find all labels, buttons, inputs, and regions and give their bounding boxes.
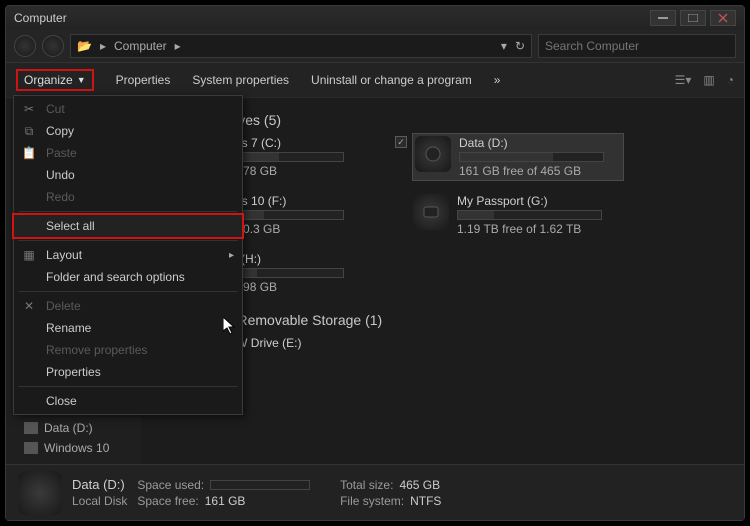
drive-icon — [415, 136, 451, 172]
menu-remove-properties[interactable]: Remove properties — [14, 339, 242, 361]
menu-close[interactable]: Close — [14, 390, 242, 412]
view-slider-icon[interactable]: ☰▾ — [675, 73, 692, 87]
status-total-label: Total size: — [340, 478, 393, 492]
status-used-label: Space used: — [137, 478, 204, 492]
menu-rename[interactable]: Rename — [14, 317, 242, 339]
status-free-value: 161 GB — [205, 494, 246, 508]
drive-free: 161 GB free of 465 GB — [459, 164, 621, 178]
preview-pane-icon[interactable]: ▥ — [703, 73, 714, 87]
breadcrumb-chevron: ▸ — [175, 39, 181, 53]
drive-icon — [413, 194, 449, 230]
menu-select-all[interactable]: Select all — [14, 215, 242, 237]
drive-name: Data (D:) — [459, 136, 621, 150]
drive-icon — [24, 422, 38, 434]
status-bar: Data (D:) Local Disk Space used: Space f… — [6, 464, 744, 520]
forward-button[interactable] — [42, 35, 64, 57]
drive-checkbox[interactable]: ✓ — [395, 136, 407, 148]
maximize-button[interactable] — [680, 10, 706, 26]
titlebar: Computer — [6, 6, 744, 30]
breadcrumb-item[interactable]: Computer — [114, 39, 167, 53]
address-bar: 📂 ▸ Computer ▸ ▾ ↻ — [6, 30, 744, 62]
breadcrumb[interactable]: 📂 ▸ Computer ▸ ▾ ↻ — [70, 34, 532, 58]
window-title: Computer — [14, 11, 646, 25]
capacity-bar — [459, 152, 604, 162]
organize-menu: ✂Cut ⧉Copy 📋Paste Undo Redo Select all ▦… — [13, 95, 243, 415]
menu-undo[interactable]: Undo — [14, 164, 242, 186]
capacity-bar — [457, 210, 602, 220]
sidebar-item-drive[interactable]: Windows 10 — [6, 438, 141, 458]
layout-icon: ▦ — [22, 248, 36, 262]
menu-separator — [18, 386, 238, 387]
menu-copy[interactable]: ⧉Copy — [14, 120, 242, 142]
status-total-value: 465 GB — [399, 478, 440, 492]
delete-icon: ✕ — [22, 299, 36, 313]
menu-cut[interactable]: ✂Cut — [14, 98, 242, 120]
chevron-down-icon: ▼ — [77, 75, 86, 85]
status-drive-icon — [18, 471, 62, 515]
more-button[interactable]: » — [494, 73, 501, 87]
status-drive-type: Local Disk — [72, 494, 127, 508]
minimize-button[interactable] — [650, 10, 676, 26]
status-used-bar — [210, 480, 310, 490]
system-properties-button[interactable]: System properties — [192, 73, 289, 87]
menu-separator — [18, 240, 238, 241]
sidebar-item-drive[interactable]: Data (D:) — [6, 418, 141, 438]
drive-free: 1.19 TB free of 1.62 TB — [457, 222, 623, 236]
status-free-label: Space free: — [137, 494, 198, 508]
menu-delete[interactable]: ✕Delete — [14, 295, 242, 317]
status-fs-label: File system: — [340, 494, 404, 508]
refresh-icon[interactable]: ↻ — [515, 39, 525, 53]
status-fs-value: NTFS — [410, 494, 441, 508]
drive-name: My Passport (G:) — [457, 194, 623, 208]
toolbar: Organize▼ Properties System properties U… — [6, 62, 744, 98]
search-input[interactable] — [538, 34, 736, 58]
menu-layout[interactable]: ▦Layout — [14, 244, 242, 266]
cut-icon: ✂ — [22, 102, 36, 116]
uninstall-button[interactable]: Uninstall or change a program — [311, 73, 472, 87]
drive-item[interactable]: ✓ Data (D:) 161 GB free of 465 GB — [413, 134, 623, 180]
status-drive-name: Data (D:) — [72, 477, 127, 492]
properties-button[interactable]: Properties — [116, 73, 171, 87]
menu-paste[interactable]: 📋Paste — [14, 142, 242, 164]
menu-separator — [18, 291, 238, 292]
menu-separator — [18, 211, 238, 212]
help-icon[interactable]: ◔ — [727, 73, 734, 87]
back-button[interactable] — [14, 35, 36, 57]
paste-icon: 📋 — [22, 146, 36, 160]
folder-icon: 📂 — [77, 39, 92, 53]
drive-icon — [24, 442, 38, 454]
menu-properties[interactable]: Properties — [14, 361, 242, 383]
menu-folder-options[interactable]: Folder and search options — [14, 266, 242, 288]
organize-button[interactable]: Organize▼ — [16, 69, 94, 91]
dropdown-icon[interactable]: ▾ — [501, 39, 507, 53]
menu-redo[interactable]: Redo — [14, 186, 242, 208]
close-button[interactable] — [710, 10, 736, 26]
drive-item[interactable]: My Passport (G:) 1.19 TB free of 1.62 TB — [413, 194, 623, 236]
copy-icon: ⧉ — [22, 124, 36, 138]
breadcrumb-chevron: ▸ — [100, 39, 106, 53]
